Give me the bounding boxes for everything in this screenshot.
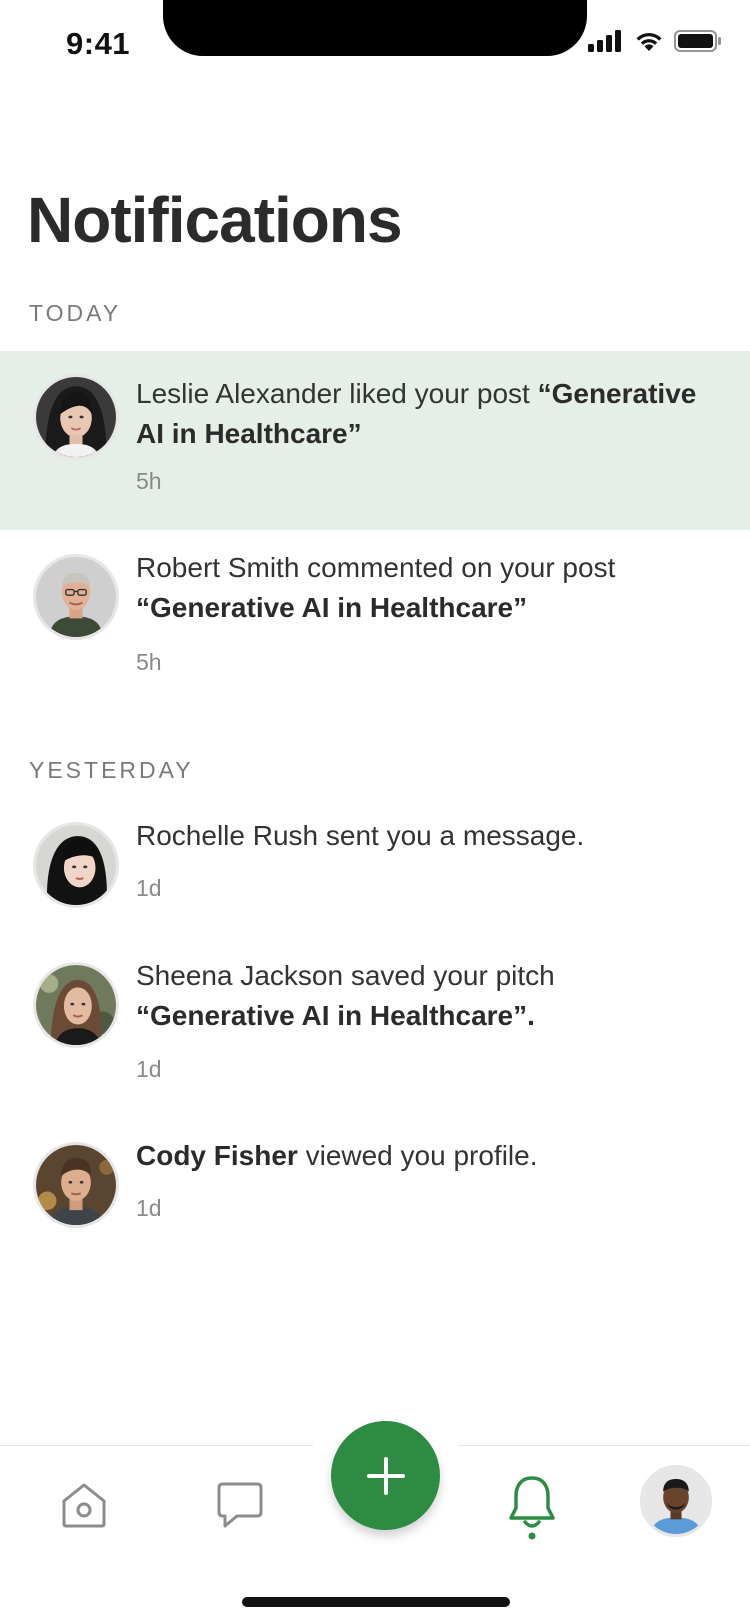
post-title: “Generative AI in Healthcare”. <box>136 1000 535 1031</box>
notification-time: 1d <box>136 1056 162 1082</box>
notification-time: 1d <box>136 875 162 901</box>
action-text: commented on your post <box>299 552 616 583</box>
notification-time: 1d <box>136 1195 162 1221</box>
actor-name: Rochelle Rush <box>136 820 319 851</box>
notification-text: Cody Fisher viewed you profile. <box>136 1136 726 1176</box>
chat-icon[interactable] <box>208 1473 272 1537</box>
battery-icon <box>674 30 721 52</box>
actor-name: Sheena Jackson <box>136 960 344 991</box>
avatar-rochelle[interactable] <box>33 822 119 908</box>
device-notch <box>163 0 587 56</box>
avatar-cody[interactable] <box>33 1142 119 1228</box>
notification-time: 5h <box>136 468 162 494</box>
actor-name: Robert Smith <box>136 552 300 583</box>
actor-name: Leslie Alexander <box>136 378 342 409</box>
notification-text: Rochelle Rush sent you a message. <box>136 816 726 856</box>
notification-item[interactable]: Robert Smith commented on your post “Gene… <box>0 530 750 700</box>
action-text: saved your pitch <box>343 960 555 991</box>
signal-icon <box>588 30 621 52</box>
actor-name: Cody Fisher <box>136 1140 298 1171</box>
action-text: sent you a message. <box>318 820 585 851</box>
notification-text: Leslie Alexander liked your post “Genera… <box>136 374 726 454</box>
home-indicator[interactable] <box>242 1597 510 1607</box>
notification-text: Sheena Jackson saved your pitch “Generati… <box>136 956 726 1036</box>
avatar-sheena[interactable] <box>33 962 119 1048</box>
status-icons <box>588 30 722 52</box>
bell-icon[interactable] <box>500 1471 564 1543</box>
plus-icon <box>366 1456 405 1495</box>
notification-time: 5h <box>136 649 162 675</box>
profile-avatar[interactable] <box>640 1465 712 1537</box>
notification-item[interactable]: Cody Fisher viewed you profile. 1d <box>0 1120 750 1240</box>
section-label-yesterday: YESTERDAY <box>29 757 194 783</box>
notification-text: Robert Smith commented on your post “Gene… <box>136 548 726 628</box>
avatar-robert[interactable] <box>33 554 119 640</box>
page-title: Notifications <box>27 184 403 256</box>
notification-item[interactable]: Rochelle Rush sent you a message. 1d <box>0 800 750 920</box>
avatar-leslie[interactable] <box>33 374 119 460</box>
notification-item[interactable]: Sheena Jackson saved your pitch “Generati… <box>0 940 750 1090</box>
action-text: liked your post <box>341 378 538 409</box>
home-icon[interactable] <box>52 1473 116 1537</box>
add-button[interactable] <box>331 1421 440 1530</box>
post-title: “Generative AI in Healthcare” <box>136 592 528 623</box>
status-bar: 9:41 <box>0 0 750 90</box>
nav-divider <box>0 1445 313 1446</box>
action-text: viewed you profile. <box>297 1140 538 1171</box>
status-time: 9:41 <box>66 26 131 61</box>
nav-divider <box>458 1445 750 1446</box>
notification-item[interactable]: Leslie Alexander liked your post “Genera… <box>0 351 750 530</box>
wifi-icon <box>636 33 662 51</box>
section-label-today: TODAY <box>29 300 122 326</box>
